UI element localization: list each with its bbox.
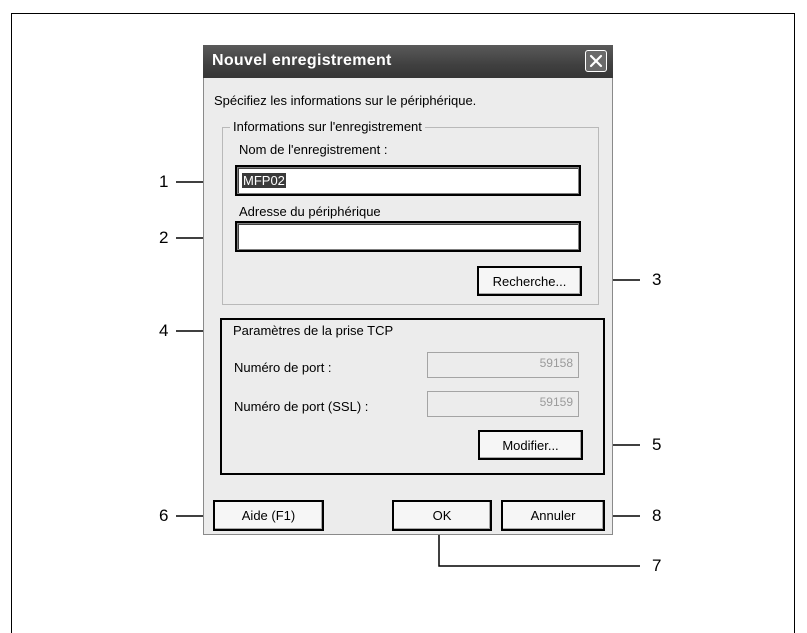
registration-info-legend: Informations sur l'enregistrement [230, 119, 425, 134]
device-address-input[interactable] [235, 221, 581, 252]
device-address-label: Adresse du périphérique [239, 204, 381, 219]
dialog-title: Nouvel enregistrement [212, 52, 392, 69]
callout-3: 3 [652, 270, 662, 289]
cancel-button[interactable]: Annuler [501, 500, 605, 531]
callout-4: 4 [159, 321, 169, 340]
tcp-settings-legend: Paramètres de la prise TCP [230, 323, 397, 338]
callout-2: 2 [159, 228, 169, 247]
callout-7: 7 [652, 556, 662, 575]
search-button[interactable]: Recherche... [477, 266, 582, 296]
registration-name-label: Nom de l'enregistrement : [239, 142, 388, 157]
ok-button[interactable]: OK [392, 500, 492, 531]
ssl-port-label: Numéro de port (SSL) : [234, 399, 369, 414]
dialog-titlebar: Nouvel enregistrement [203, 45, 613, 78]
modify-button[interactable]: Modifier... [478, 430, 583, 460]
callout-6: 6 [159, 506, 169, 525]
callout-5: 5 [652, 435, 662, 454]
new-registration-dialog: Nouvel enregistrement Spécifiez les info… [203, 45, 613, 535]
close-icon [589, 54, 603, 68]
registration-name-value: MFP02 [242, 173, 286, 188]
help-button[interactable]: Aide (F1) [213, 500, 324, 531]
callout-1: 1 [159, 172, 169, 191]
port-label: Numéro de port : [234, 360, 332, 375]
port-value: 59158 [539, 356, 573, 370]
ssl-port-field: 59159 [427, 391, 579, 417]
ssl-port-value: 59159 [539, 395, 573, 409]
dialog-prompt: Spécifiez les informations sur le périph… [214, 93, 477, 108]
close-button[interactable] [585, 50, 607, 72]
port-field: 59158 [427, 352, 579, 378]
callout-8: 8 [652, 506, 662, 525]
registration-name-input[interactable]: MFP02 [235, 165, 581, 196]
